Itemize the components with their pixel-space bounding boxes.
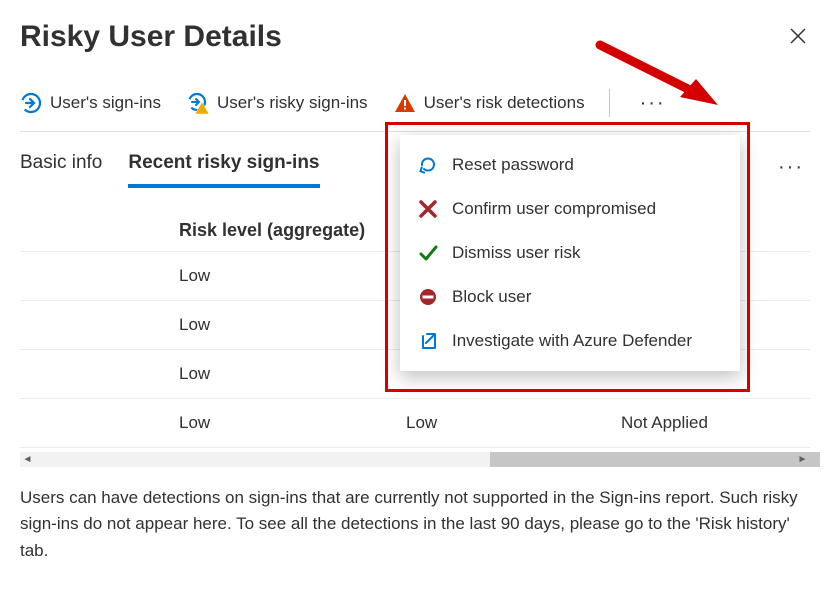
reset-icon <box>418 155 438 175</box>
menu-investigate-defender[interactable]: Investigate with Azure Defender <box>400 319 740 363</box>
tab-recent-risky-sign-ins[interactable]: Recent risky sign-ins <box>128 146 319 188</box>
cell-time <box>20 364 175 384</box>
horizontal-scrollbar[interactable]: ◄ ► <box>20 452 810 467</box>
cell-risk-agg: Low <box>175 266 400 286</box>
x-red-icon <box>418 199 438 219</box>
block-icon <box>418 287 438 307</box>
cell-risk-rt: Low <box>400 413 615 433</box>
tabs: Basic info Recent risky sign-ins <box>20 146 320 188</box>
menu-dismiss-risk[interactable]: Dismiss user risk <box>400 231 740 275</box>
col-risk-level-aggregate: Risk level (aggregate) <box>175 220 400 241</box>
toolbar-risk-detections-label: User's risk detections <box>424 93 585 113</box>
cell-risk-agg: Low <box>175 364 400 384</box>
external-link-icon <box>418 331 438 351</box>
scroll-right-icon: ► <box>795 452 810 467</box>
menu-block-user-label: Block user <box>452 287 531 307</box>
cell-time <box>20 413 175 433</box>
cell-risk-agg: Low <box>175 315 400 335</box>
menu-dismiss-risk-label: Dismiss user risk <box>452 243 580 263</box>
tab-basic-info[interactable]: Basic info <box>20 146 102 188</box>
page-title: Risky User Details <box>20 20 282 54</box>
toolbar-risky-sign-ins[interactable]: User's risky sign-ins <box>187 92 368 114</box>
menu-confirm-compromised-label: Confirm user compromised <box>452 199 656 219</box>
menu-block-user[interactable]: Block user <box>400 275 740 319</box>
menu-confirm-compromised[interactable]: Confirm user compromised <box>400 187 740 231</box>
menu-reset-password-label: Reset password <box>452 155 574 175</box>
cell-status: Not Applied <box>615 413 810 433</box>
toolbar-more-button[interactable]: ··· <box>634 92 672 115</box>
signin-arrow-icon <box>20 92 42 114</box>
cell-time <box>20 315 175 335</box>
menu-investigate-defender-label: Investigate with Azure Defender <box>452 331 692 351</box>
cell-risk-agg: Low <box>175 413 400 433</box>
toolbar-risky-sign-ins-label: User's risky sign-ins <box>217 93 368 113</box>
toolbar-separator <box>609 89 610 117</box>
scrollbar-thumb[interactable] <box>490 452 820 467</box>
info-note: Users can have detections on sign-ins th… <box>20 485 810 564</box>
toolbar-risk-detections[interactable]: User's risk detections <box>394 92 585 114</box>
toolbar-sign-ins[interactable]: User's sign-ins <box>20 92 161 114</box>
cell-time <box>20 266 175 286</box>
close-button[interactable] <box>786 20 810 54</box>
context-menu: Reset password Confirm user compromised … <box>400 135 740 371</box>
table-row[interactable]: Low Low Not Applied <box>20 399 810 448</box>
toolbar-sign-ins-label: User's sign-ins <box>50 93 161 113</box>
warning-icon <box>394 92 416 114</box>
risky-signin-icon <box>187 92 209 114</box>
scroll-left-icon: ◄ <box>20 452 35 467</box>
toolbar: User's sign-ins User's risky sign-ins Us… <box>20 89 810 132</box>
close-icon <box>790 28 806 44</box>
check-green-icon <box>418 243 438 263</box>
tabs-more-button[interactable]: ··· <box>772 156 810 179</box>
menu-reset-password[interactable]: Reset password <box>400 143 740 187</box>
